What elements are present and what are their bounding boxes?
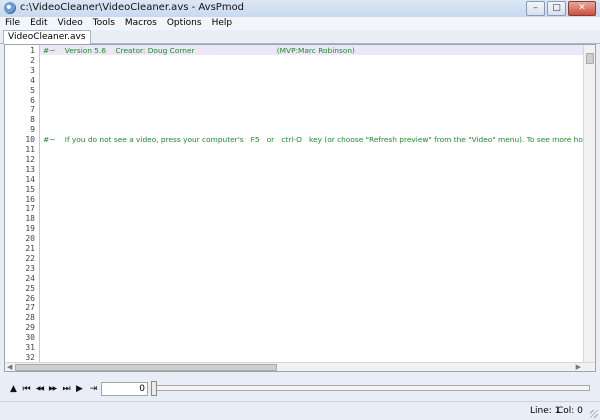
line-number: 7 <box>30 105 35 115</box>
frame-number-input[interactable]: 0 <box>101 382 148 396</box>
tab-strip: VideoCleaner.avs <box>0 30 600 44</box>
horizontal-scrollbar[interactable]: ◀ ▶ <box>5 362 595 371</box>
line-number: 13 <box>25 164 35 174</box>
line-number: 11 <box>25 145 35 154</box>
line-number: 31 <box>25 343 35 352</box>
go-to-start-button[interactable]: ⏮ <box>21 382 32 396</box>
video-slider-thumb[interactable] <box>151 381 157 396</box>
title-bar: c:\VideoCleaner\VideoCleaner.avs - AvsPm… <box>0 0 600 18</box>
playback-toolbar: 0 ▲ ⏮ ◀◀ ▶▶ ⏭ ▶ ⇥ <box>0 378 600 400</box>
line-number: 25 <box>25 283 35 293</box>
line-number: 32 <box>25 352 35 362</box>
line-number: 15 <box>25 184 35 194</box>
app-icon <box>4 2 16 14</box>
menu-file[interactable]: File <box>0 17 25 30</box>
line-number: 19 <box>25 224 35 234</box>
line-number: 29 <box>25 323 35 333</box>
menu-edit[interactable]: Edit <box>25 17 52 30</box>
video-slider-track[interactable] <box>152 385 590 391</box>
line-number: 17 <box>25 204 35 214</box>
tab-videocleaner-avs[interactable]: VideoCleaner.avs <box>3 30 91 44</box>
resize-grip-icon[interactable] <box>590 410 598 418</box>
scroll-right-icon[interactable]: ▶ <box>576 363 581 371</box>
window-controls: – □ ✕ <box>524 1 596 16</box>
menu-macros[interactable]: Macros <box>120 17 162 30</box>
vertical-scrollbar[interactable] <box>583 45 595 371</box>
line-number: 23 <box>25 263 35 273</box>
toggle-preview-button[interactable]: ▲ <box>8 382 19 396</box>
go-to-end-button[interactable]: ⏭ <box>61 382 72 396</box>
maximize-button[interactable]: □ <box>547 1 566 16</box>
status-line: Line: 1 <box>530 406 561 416</box>
step-forward-button[interactable]: ▶▶ <box>47 382 58 396</box>
menu-tools[interactable]: Tools <box>88 17 120 30</box>
line-number: 18 <box>25 214 35 224</box>
menu-options[interactable]: Options <box>162 17 207 30</box>
minimize-button[interactable]: – <box>526 1 545 16</box>
line-number: 28 <box>25 313 35 323</box>
line-number: 20 <box>25 234 35 244</box>
scroll-left-icon[interactable]: ◀ <box>7 363 12 371</box>
menu-bar: File Edit Video Tools Macros Options Hel… <box>0 17 600 30</box>
line-number: 30 <box>25 333 35 343</box>
line-number: 16 <box>25 194 35 204</box>
code-line[interactable]: #~ If you do not see a video, press your… <box>43 135 595 144</box>
status-bar: Line: 1 Col: 0 <box>0 401 600 420</box>
line-number: 6 <box>30 95 35 105</box>
step-back-button[interactable]: ◀◀ <box>34 382 45 396</box>
line-number: 14 <box>25 174 35 184</box>
line-number: 10 <box>25 135 35 145</box>
window-title: c:\VideoCleaner\VideoCleaner.avs - AvsPm… <box>20 2 245 13</box>
line-number: 26 <box>25 293 35 303</box>
line-number: 12 <box>25 154 35 164</box>
line-number: 27 <box>25 303 35 313</box>
external-player-button[interactable]: ⇥ <box>88 382 99 396</box>
line-number-gutter: 1 2 3 4 5 6 7 8 9 10 11 12 13 14 15 16 17 18 19 20 21 22 23 24 2… <box>5 45 40 371</box>
line-number: 8 <box>30 115 35 125</box>
horizontal-scroll-thumb[interactable] <box>15 364 277 371</box>
line-number: 5 <box>30 85 35 95</box>
line-number: 9 <box>30 125 35 135</box>
line-number: 21 <box>25 244 35 253</box>
line-number: 3 <box>30 65 35 75</box>
close-button[interactable]: ✕ <box>568 1 596 16</box>
code-line[interactable]: #~ Version 5.6 Creator: Doug Corner (MVP… <box>43 46 355 55</box>
line-number: 2 <box>30 55 35 65</box>
status-col: Col: 0 <box>557 406 583 416</box>
play-button[interactable]: ▶ <box>74 382 85 396</box>
vertical-scroll-thumb[interactable] <box>586 53 594 64</box>
line-number: 24 <box>25 273 35 283</box>
script-editor[interactable]: 1 2 3 4 5 6 7 8 9 10 11 12 13 14 15 16 17 18 19 20 21 22 23 24 2… <box>4 44 596 372</box>
menu-video[interactable]: Video <box>53 17 88 30</box>
line-number: 22 <box>25 253 35 263</box>
menu-help[interactable]: Help <box>207 17 238 30</box>
line-number: 4 <box>30 75 35 85</box>
line-number: 1 <box>30 46 35 55</box>
